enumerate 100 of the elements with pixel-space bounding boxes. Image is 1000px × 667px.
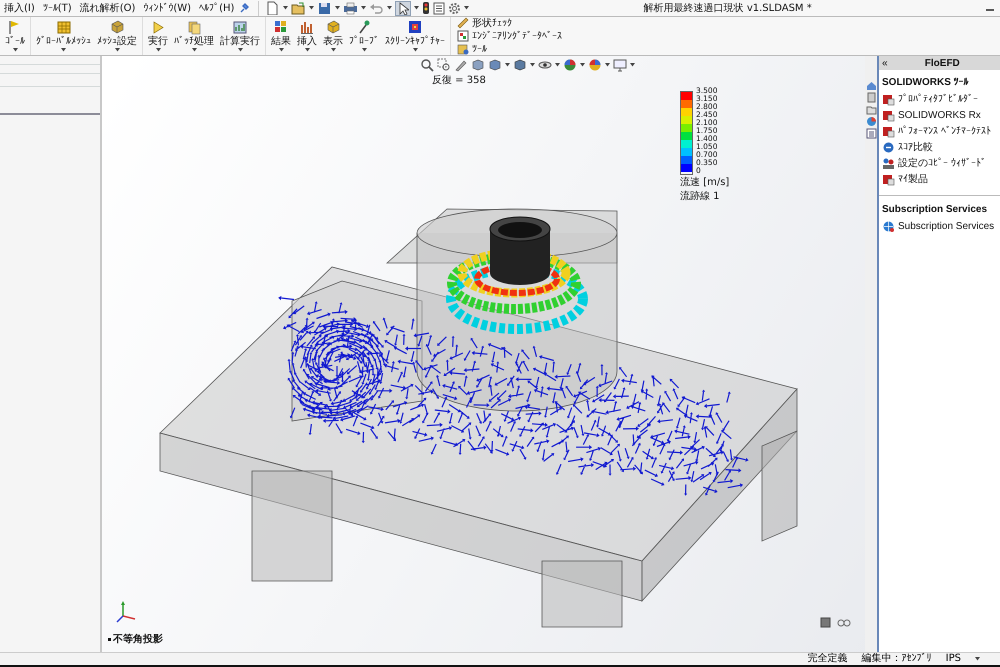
caret-icon[interactable] <box>387 6 392 10</box>
ribbon-button[interactable]: 表示 <box>320 17 346 55</box>
monitor-icon[interactable] <box>613 58 627 72</box>
ribbon-button[interactable]: ﾂｰﾙ <box>455 43 564 55</box>
cube-icon[interactable] <box>488 58 502 72</box>
menu-item[interactable]: ｳｨﾝﾄﾞｳ(W) <box>139 2 196 14</box>
color-grid-icon <box>273 19 289 35</box>
tool-link[interactable]: ﾊﾟﾌｫｰﾏﾝｽ ﾍﾞﾝﾁﾏｰｸﾃｽﾄ <box>898 125 991 137</box>
caret-icon[interactable] <box>335 6 340 10</box>
pencil-icon[interactable] <box>454 58 468 72</box>
glasses-icon[interactable] <box>837 617 851 628</box>
status-text: 完全定義 <box>808 654 848 664</box>
globe-icon <box>882 220 895 232</box>
section-heading: SOLIDWORKS ﾂｰﾙ <box>881 76 970 90</box>
menu-item[interactable]: 挿入(I) <box>0 1 39 15</box>
ribbon-button[interactable]: 形状ﾁｪｯｸ <box>455 17 564 29</box>
caret-icon[interactable] <box>580 63 585 67</box>
caret-icon[interactable] <box>555 63 560 67</box>
search-icon[interactable] <box>420 58 434 72</box>
caret-icon[interactable] <box>238 48 242 52</box>
color-ball-icon[interactable] <box>563 58 577 72</box>
caret-icon[interactable] <box>605 63 610 67</box>
home-icon[interactable] <box>866 80 876 91</box>
caret-icon[interactable] <box>330 48 336 52</box>
caret-icon[interactable] <box>414 6 420 10</box>
wrench-box-icon <box>457 43 469 55</box>
ribbon-button[interactable]: ｴﾝｼﾞﾆｱﾘﾝｸﾞﾃﾞｰﾀﾍﾞｰｽ <box>455 30 564 42</box>
caret-icon[interactable] <box>309 6 314 10</box>
select-button[interactable] <box>395 0 412 16</box>
ribbon-button[interactable]: ﾒｯｼｭ設定 <box>94 17 140 55</box>
tool-window-icon <box>882 92 895 106</box>
menu-item[interactable]: ﾂｰﾙ(T) <box>38 2 76 14</box>
cube-icon <box>325 19 341 35</box>
tool-link[interactable]: 設定のｺﾋﾟｰ ｳｨｻﾞｰﾄﾞ <box>898 156 986 170</box>
caret-icon[interactable] <box>464 6 470 10</box>
traffic-light-icon[interactable] <box>422 1 430 15</box>
zoom-area-icon[interactable] <box>437 58 451 72</box>
tool-link[interactable]: Subscription Services <box>898 220 994 232</box>
status-text: IPS <box>946 654 961 664</box>
list-icon[interactable] <box>433 2 446 14</box>
color-ball-icon[interactable] <box>588 58 602 72</box>
tool-window-icon <box>882 108 895 122</box>
tool-link[interactable]: ﾏｲ製品 <box>898 172 928 186</box>
ribbon-button[interactable]: 挿入 <box>294 17 320 55</box>
status-text: 編集中：ｱｾﾝﾌﾞﾘ <box>862 654 932 664</box>
ribbon-button[interactable]: ﾌﾟﾛｰﾌﾞ <box>346 17 382 55</box>
open-folder-icon[interactable] <box>291 1 306 15</box>
caret-icon[interactable] <box>61 48 66 52</box>
tool-window-icon <box>882 124 895 138</box>
grid-icon <box>56 19 72 35</box>
cube-icon[interactable] <box>513 58 527 72</box>
iteration-label: 反復 = 358 <box>432 74 486 87</box>
pin-icon[interactable] <box>238 2 250 14</box>
cube-icon[interactable] <box>820 617 831 628</box>
ribbon-button[interactable]: ｸﾞﾛｰﾊﾞﾙﾒｯｼｭ <box>33 17 94 55</box>
caret-icon[interactable] <box>505 63 510 67</box>
caret-icon[interactable] <box>12 48 18 52</box>
window-title: 解析用最終速過口現状 v1.SLDASM * <box>642 2 813 15</box>
ribbon-button[interactable]: 結果 <box>268 17 294 55</box>
caret-icon[interactable] <box>156 48 160 52</box>
ribbon-button[interactable]: ｽｸﾘｰﾝｷｬﾌﾟﾁｬｰ <box>382 17 448 55</box>
database-window-icon <box>457 30 469 42</box>
bar-chart-icon <box>299 19 315 35</box>
chart-window-icon <box>232 19 248 35</box>
list-icon[interactable] <box>866 128 876 139</box>
caret-icon[interactable] <box>278 48 284 52</box>
caret-icon[interactable] <box>630 63 635 67</box>
gear-icon[interactable] <box>448 2 462 14</box>
caret-icon[interactable] <box>304 48 310 52</box>
caret-icon[interactable] <box>975 657 980 661</box>
caret-icon[interactable] <box>530 63 535 67</box>
view-name-label: 不等角投影 <box>113 632 163 646</box>
folder-icon[interactable] <box>866 104 876 115</box>
collapse-button[interactable]: « <box>882 58 888 68</box>
caret-icon[interactable] <box>114 48 120 52</box>
ribbon-button[interactable]: 実行 <box>145 17 171 55</box>
ribbon-button[interactable]: ｺﾞｰﾙ <box>2 17 28 55</box>
caret-icon[interactable] <box>412 48 418 52</box>
section-heading: Subscription Services <box>881 203 988 217</box>
document-icon[interactable] <box>866 92 876 103</box>
menu-item[interactable]: 流れ解析(O) <box>76 1 140 15</box>
caret-icon[interactable] <box>192 48 196 52</box>
save-icon[interactable] <box>317 1 332 15</box>
cube-icon[interactable] <box>471 58 485 72</box>
color-ball-icon[interactable] <box>866 116 876 127</box>
caret-icon[interactable] <box>361 6 366 10</box>
axis-triad-icon <box>114 600 138 624</box>
quantity-label: 流速 [m/s] <box>680 177 730 189</box>
printer-icon[interactable] <box>343 1 358 15</box>
tool-link[interactable]: ｽｺｱ比較 <box>898 140 933 154</box>
ribbon-button[interactable]: 計算実行 <box>217 17 263 55</box>
caret-icon[interactable] <box>362 48 366 52</box>
menu-item[interactable]: ﾍﾙﾌﾟ(H) <box>195 2 238 14</box>
ribbon-button[interactable]: ﾊﾞｯﾁ処理 <box>171 17 217 55</box>
people-icon <box>882 156 895 170</box>
tool-link[interactable]: SOLIDWORKS Rx <box>898 110 981 120</box>
caret-icon[interactable] <box>283 6 288 10</box>
tool-link[interactable]: ﾌﾟﾛﾊﾟﾃｨﾀﾌﾞﾋﾞﾙﾀﾞｰ <box>898 93 978 105</box>
color-map-icon <box>407 19 423 35</box>
new-document-icon[interactable] <box>265 1 280 15</box>
